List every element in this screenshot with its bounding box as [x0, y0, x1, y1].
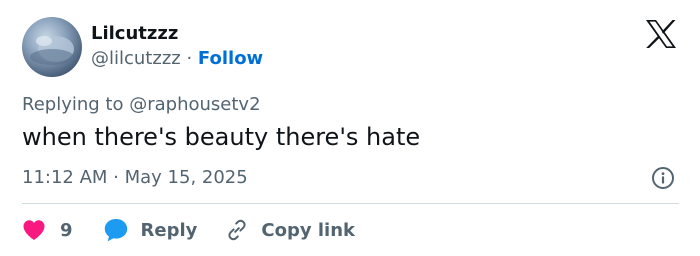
reply-label: Reply	[140, 219, 198, 241]
tweet-timestamp[interactable]: 11:12 AM · May 15, 2025	[22, 167, 248, 188]
reply-prefix: Replying to	[22, 94, 124, 115]
copy-link-button[interactable]: Copy link	[225, 218, 355, 242]
divider	[22, 203, 679, 204]
avatar[interactable]	[22, 17, 82, 77]
reply-context: Replying to @raphousetv2	[22, 94, 261, 115]
handle-line: @lilcutzzz · Follow	[91, 48, 263, 69]
action-bar: 9 Reply Copy link	[22, 216, 355, 244]
like-count: 9	[60, 219, 73, 241]
x-logo-icon[interactable]	[644, 19, 678, 49]
user-handle[interactable]: @lilcutzzz	[91, 48, 181, 69]
copy-link-label: Copy link	[261, 219, 355, 241]
heart-icon	[23, 220, 45, 240]
tweet-text: when there's beauty there's hate	[22, 123, 421, 151]
tweet-embed-card: Lilcutzzz @lilcutzzz · Follow Replying t…	[0, 0, 700, 256]
display-name[interactable]: Lilcutzzz	[91, 23, 178, 44]
reply-button[interactable]: Reply	[103, 217, 226, 243]
speech-bubble-icon	[104, 219, 127, 242]
follow-button[interactable]: Follow	[198, 48, 263, 69]
like-button[interactable]: 9	[22, 219, 103, 241]
link-icon	[228, 219, 246, 241]
separator-dot: ·	[186, 48, 193, 69]
reply-mention-link[interactable]: @raphousetv2	[129, 94, 260, 115]
avatar-image	[22, 17, 82, 77]
info-icon[interactable]	[651, 166, 675, 190]
